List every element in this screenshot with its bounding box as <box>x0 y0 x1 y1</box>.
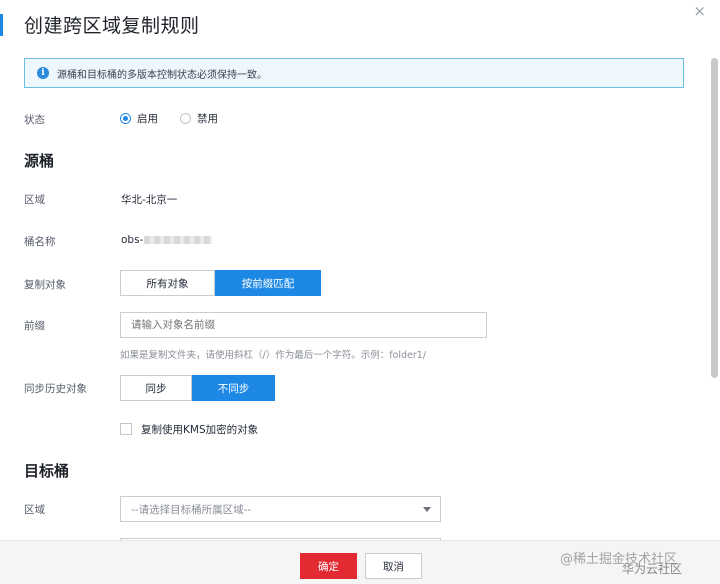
source-region-label: 区域 <box>24 194 45 206</box>
target-region-placeholder: --请选择目标桶所属区域-- <box>131 503 252 516</box>
no-sync-option[interactable]: 不同步 <box>192 375 275 401</box>
scrollbar[interactable] <box>711 58 718 378</box>
status-disable-label[interactable]: 禁用 <box>197 111 218 126</box>
prefix-hint: 如果是复制文件夹，请使用斜杠（/）作为最后一个字符。示例：folder1/ <box>120 350 427 361</box>
source-region-value: 华北-北京一 <box>121 194 178 206</box>
redacted-bucket-suffix <box>144 236 213 244</box>
target-bucket-heading: 目标桶 <box>24 462 70 480</box>
kms-checkbox-label[interactable]: 复制使用KMS加密的对象 <box>141 422 258 437</box>
confirm-button[interactable]: 确定 <box>300 553 357 579</box>
prefix-match-option[interactable]: 按前缀匹配 <box>215 270 321 296</box>
sync-option[interactable]: 同步 <box>120 375 192 401</box>
dialog-title: 创建跨区域复制规则 <box>24 15 200 37</box>
status-enable-label[interactable]: 启用 <box>137 111 158 126</box>
source-bucket-heading: 源桶 <box>24 152 55 170</box>
info-notice: i 源桶和目标桶的多版本控制状态必须保持一致。 <box>24 58 684 88</box>
copy-object-toggle: 所有对象 按前缀匹配 <box>120 270 321 296</box>
target-region-select[interactable]: --请选择目标桶所属区域-- <box>120 496 441 522</box>
kms-checkbox[interactable] <box>120 423 132 435</box>
cancel-button[interactable]: 取消 <box>365 553 422 579</box>
all-objects-option[interactable]: 所有对象 <box>120 270 215 296</box>
notice-text: 源桶和目标桶的多版本控制状态必须保持一致。 <box>57 69 267 81</box>
bucket-name-text: obs- <box>121 234 144 246</box>
copy-object-label: 复制对象 <box>24 279 66 291</box>
info-icon: i <box>37 67 49 79</box>
sync-history-label: 同步历史对象 <box>24 383 87 395</box>
target-region-label: 区域 <box>24 504 45 516</box>
status-radio-group: 启用 禁用 <box>120 111 234 126</box>
prefix-input[interactable] <box>120 312 487 338</box>
chevron-down-icon <box>423 507 431 512</box>
sync-history-toggle: 同步 不同步 <box>120 375 275 401</box>
prefix-label: 前缀 <box>24 320 45 332</box>
watermark-huaweicloud: 华为云社区 <box>622 562 683 576</box>
close-icon[interactable]: × <box>693 2 706 20</box>
title-accent-bar <box>0 14 3 36</box>
status-enable-radio[interactable] <box>120 113 131 124</box>
bucket-name-label: 桶名称 <box>24 236 56 248</box>
bucket-name-value: obs- <box>121 234 213 246</box>
status-disable-radio[interactable] <box>180 113 191 124</box>
status-label: 状态 <box>24 114 45 126</box>
